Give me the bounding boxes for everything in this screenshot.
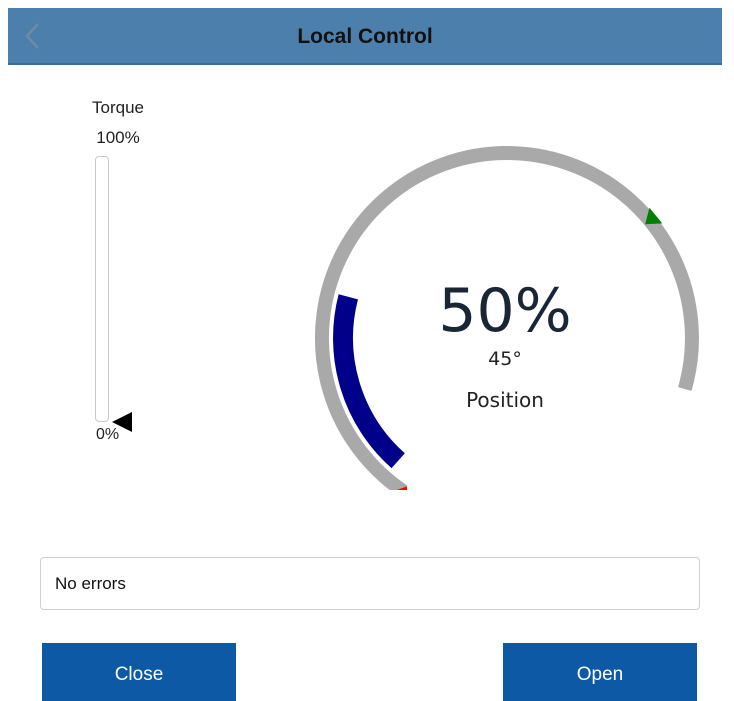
position-label: Position — [466, 388, 544, 412]
close-button[interactable]: Close — [42, 643, 236, 701]
header-bar: Local Control — [8, 8, 722, 65]
torque-min-label: 0% — [96, 426, 120, 443]
page-title: Local Control — [297, 25, 433, 48]
torque-max-label: 100% — [96, 128, 140, 147]
status-field: No errors — [40, 557, 700, 610]
torque-label: Torque — [92, 98, 144, 117]
open-button[interactable]: Open — [503, 643, 697, 701]
local-control-page: Local Control Torque 100% 0% 50% 45° Pos… — [0, 0, 734, 701]
position-angle: 45° — [488, 348, 522, 370]
status-text: No errors — [55, 574, 126, 593]
torque-bar — [95, 156, 109, 422]
position-percent: 50% — [438, 276, 572, 346]
